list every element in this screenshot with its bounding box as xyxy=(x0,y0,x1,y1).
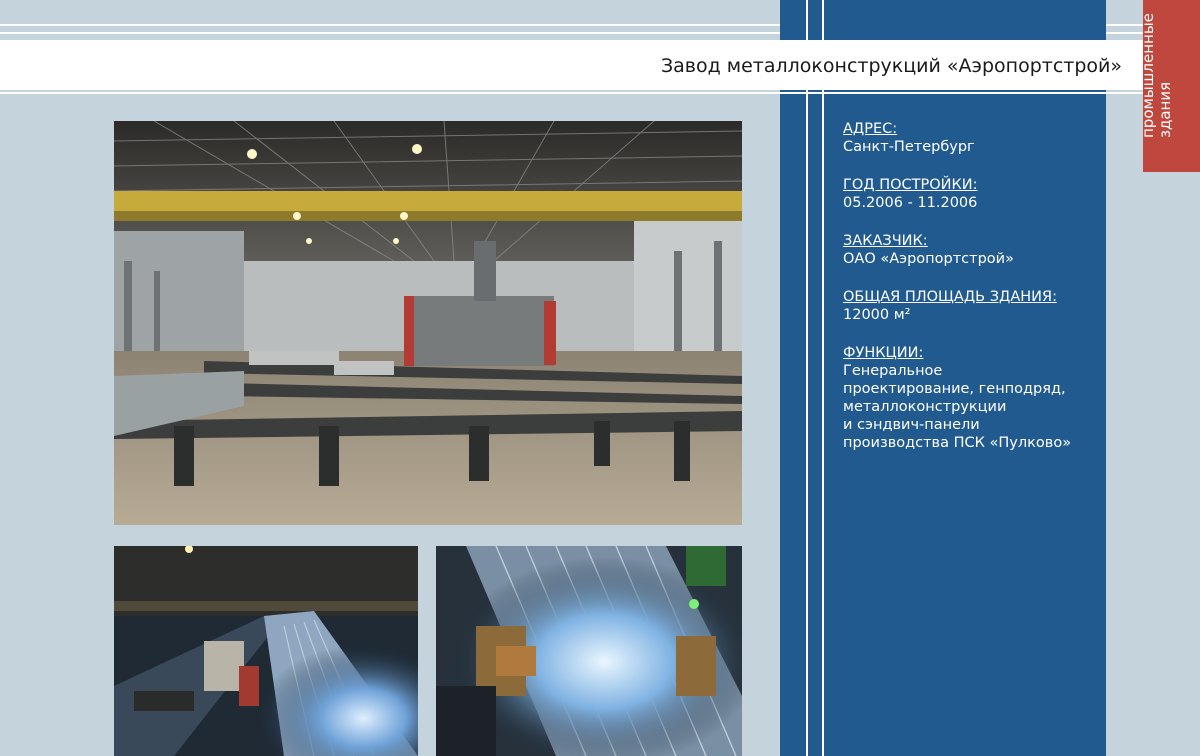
info-area: ОБЩАЯ ПЛОЩАДЬ ЗДАНИЯ: 12000 м² xyxy=(843,288,1103,324)
info-client: ЗАКАЗЧИК: ОАО «Аэропортстрой» xyxy=(843,232,1103,268)
info-year-label: ГОД ПОСТРОЙКИ: xyxy=(843,177,978,193)
info-client-label: ЗАКАЗЧИК: xyxy=(843,233,928,249)
robotic-welding-photo xyxy=(436,546,742,756)
info-functions-line: проектирование, генподряд, xyxy=(843,381,1066,397)
welding-line-photo xyxy=(114,546,418,756)
title-rule-bottom xyxy=(0,92,1143,94)
page-title: Завод металлоконструкций «Аэропортстрой» xyxy=(660,55,1122,77)
info-address: АДРЕС: Санкт-Петербург xyxy=(843,120,1103,156)
column-rule-left xyxy=(806,0,808,756)
info-functions-line: производства ПСК «Пулково» xyxy=(843,435,1072,451)
info-functions-line: и сэндвич-панели xyxy=(843,417,980,433)
building-info: АДРЕС: Санкт-Петербург ГОД ПОСТРОЙКИ: 05… xyxy=(843,120,1103,472)
info-area-label: ОБЩАЯ ПЛОЩАДЬ ЗДАНИЯ: xyxy=(843,289,1057,305)
info-address-value: Санкт-Петербург xyxy=(843,139,975,155)
main-factory-photo xyxy=(114,121,742,525)
info-functions-line: металлоконструкции xyxy=(843,399,1007,415)
category-tag-label: промышленные здания xyxy=(1139,0,1174,140)
category-tag-line1: промышленные xyxy=(1139,13,1157,138)
category-tag-line2: здания xyxy=(1156,81,1174,138)
info-functions-label: ФУНКЦИИ: xyxy=(843,345,924,361)
info-year: ГОД ПОСТРОЙКИ: 05.2006 - 11.2006 xyxy=(843,176,1103,212)
info-functions: ФУНКЦИИ: Генеральное проектирование, ген… xyxy=(843,344,1103,452)
info-client-value: ОАО «Аэропортстрой» xyxy=(843,251,1014,267)
info-functions-line: Генеральное xyxy=(843,363,943,379)
info-area-value: 12000 м² xyxy=(843,307,911,323)
column-rule-right xyxy=(822,0,824,756)
info-year-value: 05.2006 - 11.2006 xyxy=(843,195,978,211)
info-address-label: АДРЕС: xyxy=(843,121,898,137)
